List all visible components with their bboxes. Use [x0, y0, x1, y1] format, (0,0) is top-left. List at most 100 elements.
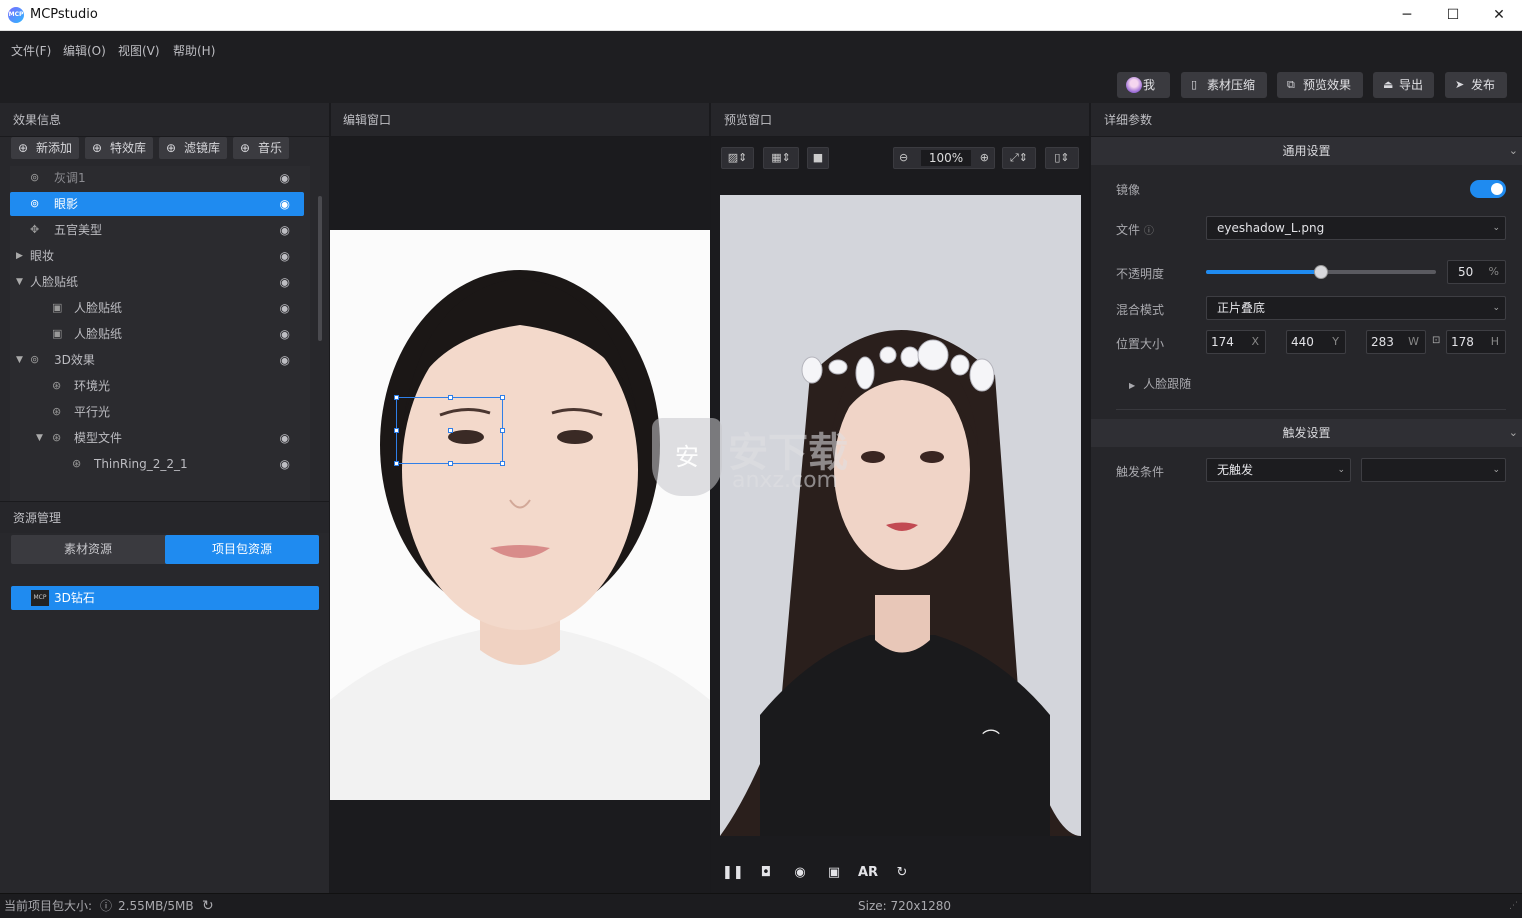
- record-icon[interactable]: ◉: [790, 863, 810, 883]
- tab-package-resources[interactable]: 项目包资源: [165, 535, 319, 564]
- fit-dropdown[interactable]: ⤢⇕: [1002, 147, 1036, 169]
- compress-button[interactable]: ▯ 素材压缩: [1181, 72, 1267, 98]
- model-icon: ⊛: [52, 431, 62, 444]
- minimize-button[interactable]: ─: [1384, 0, 1430, 31]
- face-track-expander[interactable]: ▶ 人脸跟随: [1129, 375, 1191, 392]
- trigger-condition-select-2[interactable]: ⌄: [1361, 458, 1506, 482]
- zoom-out-icon[interactable]: ⊖: [899, 148, 908, 168]
- close-button[interactable]: ✕: [1476, 0, 1522, 31]
- publish-button[interactable]: ➤ 发布: [1445, 72, 1507, 98]
- selection-box[interactable]: [394, 395, 505, 466]
- refresh-icon[interactable]: ↻: [202, 894, 214, 918]
- pause-icon[interactable]: ❚❚: [722, 863, 744, 883]
- resize-handle[interactable]: [500, 428, 505, 433]
- resize-grip-icon[interactable]: ⋰: [1509, 894, 1518, 918]
- chevron-down-icon[interactable]: ▼: [16, 270, 23, 294]
- resize-handle[interactable]: [394, 461, 399, 466]
- effect-tree: ⊚ 灰调1 ◉ ⊚ 眼影 ◉ ✥ 五官美型 ◉ ▶ 眼妆 ◉ ▼ 人脸贴纸 ◉ …: [10, 166, 310, 501]
- eye-icon[interactable]: ◉: [280, 166, 290, 190]
- eye-icon[interactable]: ◉: [280, 270, 290, 294]
- trigger-settings-header[interactable]: 触发设置 ⌄: [1091, 419, 1522, 447]
- device-dropdown[interactable]: ▯⇕: [1045, 147, 1079, 169]
- zoom-value[interactable]: 100%: [921, 150, 971, 166]
- collapse-icon[interactable]: ⌄: [1509, 419, 1518, 447]
- mirror-toggle[interactable]: [1470, 180, 1506, 198]
- eye-icon[interactable]: ◉: [280, 296, 290, 320]
- tree-item[interactable]: ⊛ 平行光: [10, 400, 304, 424]
- pos-x-input[interactable]: 174 X: [1206, 330, 1266, 354]
- chevron-right-icon[interactable]: ▶: [16, 244, 23, 268]
- tree-item[interactable]: ⊛ ThinRing_2_2_1 ◉: [10, 452, 304, 476]
- eye-icon[interactable]: ◉: [280, 348, 290, 372]
- tree-item[interactable]: ⊚ 灰调1 ◉: [10, 166, 304, 190]
- toggle-knob: [1491, 183, 1503, 195]
- background-image-dropdown[interactable]: ▨⇕: [721, 147, 754, 169]
- eye-icon[interactable]: ◉: [280, 426, 290, 450]
- resize-handle[interactable]: [394, 395, 399, 400]
- lock-icon[interactable]: ⊡: [1432, 335, 1440, 346]
- menu-file[interactable]: 文件(F): [11, 42, 51, 59]
- width-input[interactable]: 283 W: [1366, 330, 1426, 354]
- opacity-slider[interactable]: [1206, 265, 1436, 279]
- tree-item-selected[interactable]: ⊚ 眼影 ◉: [10, 192, 304, 216]
- tree-item[interactable]: ▼ 人脸贴纸 ◉: [10, 270, 304, 294]
- resize-handle[interactable]: [500, 461, 505, 466]
- eye-icon[interactable]: ◉: [280, 452, 290, 476]
- filter-library-button[interactable]: ⊕ 滤镜库: [159, 137, 227, 159]
- help-icon[interactable]: ⓘ: [100, 894, 112, 918]
- tree-item[interactable]: ▣ 人脸贴纸 ◉: [10, 296, 304, 320]
- tree-item[interactable]: ▼ ⊚ 3D效果 ◉: [10, 348, 304, 372]
- tab-material-resources[interactable]: 素材资源: [11, 535, 165, 564]
- video-source-dropdown[interactable]: ▦⇕: [763, 147, 799, 169]
- snapshot-icon[interactable]: ◘: [756, 863, 776, 883]
- eye-icon[interactable]: ◉: [280, 244, 290, 268]
- opacity-slider-thumb[interactable]: [1314, 265, 1328, 279]
- chevron-down-icon[interactable]: ▼: [36, 426, 43, 450]
- eye-icon[interactable]: ◉: [280, 192, 290, 216]
- edit-canvas[interactable]: [330, 137, 710, 893]
- music-button[interactable]: ⊕ 音乐: [233, 137, 289, 159]
- trigger-condition-select[interactable]: 无触发 ⌄: [1206, 458, 1351, 482]
- tree-item[interactable]: ▶ 眼妆 ◉: [10, 244, 304, 268]
- pos-y-input[interactable]: 440 Y: [1286, 330, 1346, 354]
- resource-item[interactable]: MCP 3D钻石: [11, 586, 319, 610]
- resize-handle[interactable]: [448, 461, 453, 466]
- resize-handle[interactable]: [448, 428, 453, 433]
- help-icon[interactable]: ⓘ: [1144, 226, 1154, 237]
- resize-handle[interactable]: [448, 395, 453, 400]
- image-overlay-icon[interactable]: ▣: [824, 863, 844, 883]
- filter-lib-label: 滤镜库: [184, 141, 221, 155]
- preview-effect-button[interactable]: ⧉ 预览效果: [1277, 72, 1363, 98]
- fx-library-button[interactable]: ⊕ 特效库: [85, 137, 153, 159]
- me-button[interactable]: 我: [1117, 72, 1170, 98]
- tree-scrollbar[interactable]: [318, 196, 322, 341]
- menu-help[interactable]: 帮助(H): [173, 42, 215, 59]
- resize-handle[interactable]: [500, 395, 505, 400]
- collapse-icon[interactable]: ⌄: [1509, 137, 1518, 165]
- camera-button[interactable]: ■: [807, 147, 829, 169]
- window-title: MCPstudio: [30, 7, 98, 22]
- export-button[interactable]: ⏏ 导出: [1373, 72, 1434, 98]
- add-effect-button[interactable]: ⊕ 新添加: [11, 137, 79, 159]
- file-select[interactable]: eyeshadow_L.png ⌄: [1206, 216, 1506, 240]
- ar-icon[interactable]: AR: [858, 863, 878, 883]
- trigger-condition-label: 触发条件: [1116, 465, 1165, 479]
- general-settings-header[interactable]: 通用设置 ⌄: [1091, 137, 1522, 165]
- maximize-button[interactable]: ☐: [1430, 0, 1476, 31]
- opacity-input[interactable]: 50 %: [1447, 260, 1506, 284]
- menu-edit[interactable]: 编辑(O): [63, 42, 106, 59]
- menu-view[interactable]: 视图(V): [118, 42, 160, 59]
- chevron-down-icon[interactable]: ▼: [16, 348, 23, 372]
- blend-mode-select[interactable]: 正片叠底 ⌄: [1206, 296, 1506, 320]
- eye-icon[interactable]: ◉: [280, 322, 290, 346]
- tree-item[interactable]: ▼ ⊛ 模型文件 ◉: [10, 426, 304, 450]
- tree-item[interactable]: ▣ 人脸贴纸 ◉: [10, 322, 304, 346]
- tree-item[interactable]: ⊛ 环境光: [10, 374, 304, 398]
- height-input[interactable]: 178 H: [1446, 330, 1506, 354]
- tree-item[interactable]: ✥ 五官美型 ◉: [10, 218, 304, 242]
- zoom-in-icon[interactable]: ⊕: [980, 148, 989, 168]
- face-shape-icon: ✥: [30, 223, 40, 236]
- reset-icon[interactable]: ↻: [892, 863, 912, 883]
- eye-icon[interactable]: ◉: [280, 218, 290, 242]
- resize-handle[interactable]: [394, 428, 399, 433]
